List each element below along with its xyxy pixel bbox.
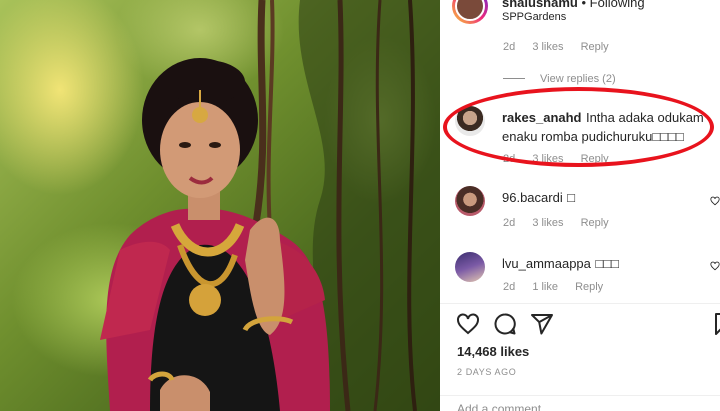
post-header: shalushamu • Following [502,0,645,10]
photo-illustration [100,0,440,411]
small-heart-icon[interactable] [710,261,720,271]
comment-meta: 2d 3 likes Reply [503,217,623,229]
comment-meta: 2d 1 like Reply [503,281,617,293]
comment-text: □ [567,190,576,205]
actions-divider [440,303,720,304]
post-location[interactable]: SPPGardens [502,11,566,23]
comment-likes[interactable]: 3 likes [532,217,563,229]
comment-age: 2d [503,217,516,229]
reply-button[interactable]: Reply [581,41,609,53]
author-username[interactable]: shalushamu [502,0,578,10]
comment-likes[interactable]: 3 likes [532,41,563,53]
comment-username[interactable]: lvu_ammaappa [502,256,591,271]
small-heart-icon[interactable] [710,196,720,206]
follow-status[interactable]: Following [590,0,645,10]
view-replies-button[interactable]: View replies (2) [540,73,616,85]
reply-button[interactable]: Reply [575,281,603,293]
comment-meta: 2d 3 likes Reply [503,41,623,53]
bookmark-icon[interactable] [712,312,720,336]
comment-age: 2d [503,281,516,293]
comment-text: □□□ [595,256,619,271]
reply-button[interactable]: Reply [581,217,609,229]
commenter-avatar[interactable] [455,252,485,282]
share-icon[interactable] [530,312,554,336]
add-comment-divider [440,395,720,396]
add-comment-input[interactable]: Add a comment... [457,402,551,411]
replies-line [503,78,525,79]
comment-username[interactable]: 96.bacardi [502,190,563,205]
comment-age: 2d [503,41,516,53]
highlight-oval [443,87,714,167]
comment-likes[interactable]: 1 like [532,281,558,293]
post-photo[interactable] [0,0,440,411]
comment-body: 96.bacardi □ [502,189,575,207]
commenter-avatar[interactable] [455,186,485,216]
heart-icon[interactable] [456,312,480,336]
comment-icon[interactable] [493,312,517,336]
likes-count[interactable]: 14,468 likes [457,344,529,359]
post-timestamp[interactable]: 2 DAYS AGO [457,367,516,377]
comment-body: lvu_ammaappa □□□ [502,255,619,273]
